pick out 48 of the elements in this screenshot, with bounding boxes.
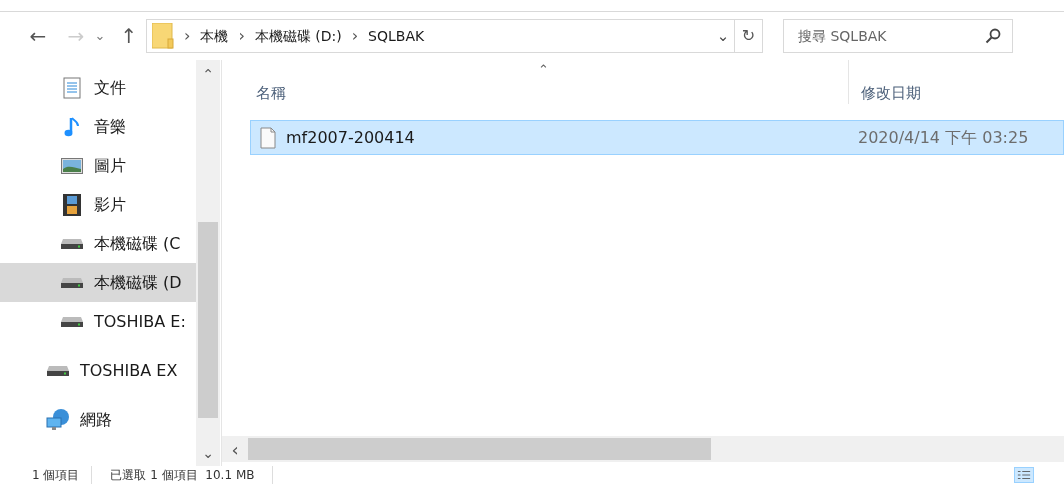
file-icon <box>260 126 276 149</box>
modified-date: 2020/4/14 下午 03:25 <box>858 126 1029 149</box>
nav-item[interactable]: 圖片 <box>0 146 196 185</box>
recent-locations-button[interactable]: ⌄ <box>92 26 108 46</box>
nav-item[interactable]: TOSHIBA EX <box>0 351 196 390</box>
nav-item[interactable]: 文件 <box>0 68 196 107</box>
address-dropdown-button[interactable]: ⌄ <box>712 24 734 48</box>
breadcrumb-separator: › <box>351 25 359 47</box>
breadcrumb[interactable]: 本機 <box>200 25 229 47</box>
sort-ascending-icon: ⌃ <box>538 60 549 80</box>
back-button[interactable]: ← <box>26 21 50 51</box>
drive-icon <box>61 238 83 249</box>
scroll-up-button[interactable]: ⌃ <box>196 60 220 88</box>
drive-icon <box>61 277 83 288</box>
picture-icon <box>61 157 83 174</box>
scroll-left-button[interactable]: ‹ <box>222 435 248 463</box>
drive-icon <box>61 316 83 327</box>
nav-item[interactable]: 影片 <box>0 185 196 224</box>
search-field[interactable]: 搜尋 SQLBAK <box>783 19 1013 53</box>
file-row[interactable]: mf2007-200414 2020/4/14 下午 03:25 <box>250 120 1064 155</box>
scroll-down-button[interactable]: ⌄ <box>196 440 220 466</box>
breadcrumb-separator: › <box>184 25 191 47</box>
document-icon <box>63 76 81 99</box>
status-text: 1 個項目 <box>0 466 93 484</box>
breadcrumb[interactable]: 本機磁碟 (D:) <box>254 25 342 47</box>
breadcrumb[interactable]: SQLBAK <box>368 25 425 47</box>
drive-icon <box>47 365 69 376</box>
column-header[interactable]: 修改日期 <box>848 60 921 104</box>
network-icon <box>46 408 70 431</box>
file-name: mf2007-200414 <box>286 126 416 149</box>
up-button[interactable]: ↑ <box>118 21 140 51</box>
folder-icon <box>152 23 174 49</box>
address-bar[interactable]: › 本機 › 本機磁碟 (D:) › SQLBAK ⌄ ↻ <box>146 19 763 53</box>
scrollbar-thumb[interactable] <box>248 438 711 460</box>
details-view-icon[interactable] <box>1014 467 1034 483</box>
nav-item[interactable]: 本機磁碟 (D <box>0 263 196 302</box>
breadcrumb-separator: › <box>238 25 245 47</box>
nav-item[interactable]: 本機磁碟 (C <box>0 224 196 263</box>
status-text: 已選取 1 個項目 10.1 MB <box>92 466 274 484</box>
nav-item[interactable]: 音樂 <box>0 107 196 146</box>
scrollbar-thumb[interactable] <box>198 222 218 418</box>
film-icon <box>63 193 81 216</box>
search-icon <box>985 28 1001 44</box>
nav-item[interactable]: TOSHIBA E: <box>0 302 196 341</box>
nav-item[interactable]: 網路 <box>0 400 196 439</box>
refresh-button[interactable]: ↻ <box>734 20 762 52</box>
music-note-icon <box>64 115 80 138</box>
column-header[interactable]: 名稱 <box>256 81 848 104</box>
